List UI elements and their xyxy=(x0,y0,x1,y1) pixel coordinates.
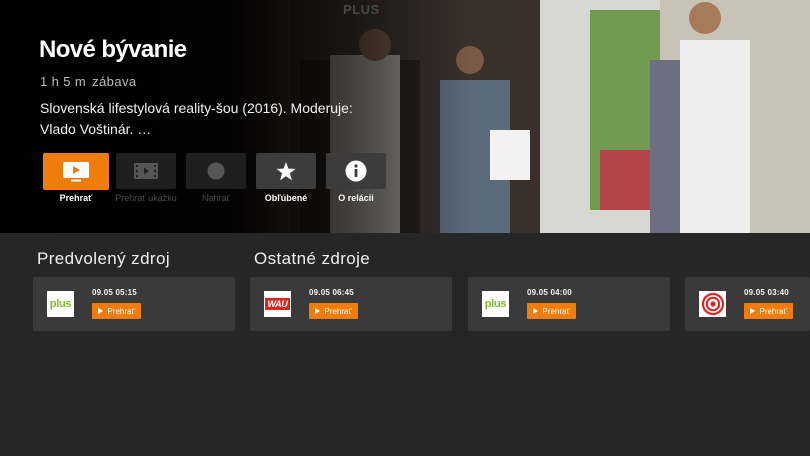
joj-channel-logo xyxy=(699,291,726,317)
play-triangle-icon xyxy=(98,308,104,314)
source-card[interactable]: WAU 09.05 06:45 Prehrať xyxy=(250,277,452,331)
source-play-label: Prehrať xyxy=(542,306,570,316)
program-description: Slovenská lifestylová reality-šou (2016)… xyxy=(40,100,353,137)
source-play-button[interactable]: Prehrať xyxy=(527,303,576,319)
play-triangle-icon xyxy=(750,308,756,314)
program-duration: 1 h 5 m xyxy=(40,74,87,89)
star-icon xyxy=(256,153,316,189)
tv-play-icon xyxy=(43,153,109,190)
source-play-label: Prehrať xyxy=(107,306,135,316)
broadcast-time: 09.05 06:45 xyxy=(309,288,354,297)
about-button[interactable]: O relácii xyxy=(326,153,386,205)
broadcast-time: 09.05 04:00 xyxy=(527,288,572,297)
source-card[interactable]: 09.05 03:40 Prehrať xyxy=(685,277,810,331)
action-bar: Prehrať Prehrať ukážku Nahrať Obľúbené O… xyxy=(43,153,386,205)
wau-channel-logo: WAU xyxy=(264,291,291,317)
other-sources-heading: Ostatné zdroje xyxy=(254,249,371,268)
record-icon xyxy=(186,153,246,189)
plus-logo-text: plus xyxy=(49,298,72,310)
source-card[interactable]: plus 09.05 05:15 Prehrať xyxy=(33,277,235,331)
channel-watermark: PLUS xyxy=(343,2,380,17)
wau-logo-text: WAU xyxy=(265,298,290,310)
record-button[interactable]: Nahrať xyxy=(186,153,246,205)
source-play-button[interactable]: Prehrať xyxy=(309,303,358,319)
plus-channel-logo: plus xyxy=(47,291,74,317)
plus-channel-logo: plus xyxy=(482,291,509,317)
play-trailer-button[interactable]: Prehrať ukážku xyxy=(115,153,177,205)
program-title: Nové bývanie xyxy=(39,36,187,63)
play-triangle-icon xyxy=(533,308,539,314)
favorites-button[interactable]: Obľúbené xyxy=(256,153,316,205)
play-triangle-icon xyxy=(315,308,321,314)
default-source-heading: Predvolený zdroj xyxy=(37,249,171,268)
source-play-button[interactable]: Prehrať xyxy=(744,303,793,319)
about-label: O relácii xyxy=(338,193,374,203)
source-play-label: Prehrať xyxy=(324,306,352,316)
broadcast-time: 09.05 05:15 xyxy=(92,288,137,297)
hero-section: PLUS Nové bývanie 1 h 5 m zábava Slovensk… xyxy=(0,0,810,233)
broadcast-time: 09.05 03:40 xyxy=(744,288,789,297)
film-icon xyxy=(116,153,176,189)
program-genre: zábava xyxy=(92,74,137,89)
source-play-label: Prehrať xyxy=(759,306,787,316)
plus-logo-text: plus xyxy=(484,298,507,310)
info-icon xyxy=(326,153,386,189)
source-play-button[interactable]: Prehrať xyxy=(92,303,141,319)
program-meta: 1 h 5 m zábava xyxy=(40,74,136,89)
source-card[interactable]: plus 09.05 04:00 Prehrať xyxy=(468,277,670,331)
